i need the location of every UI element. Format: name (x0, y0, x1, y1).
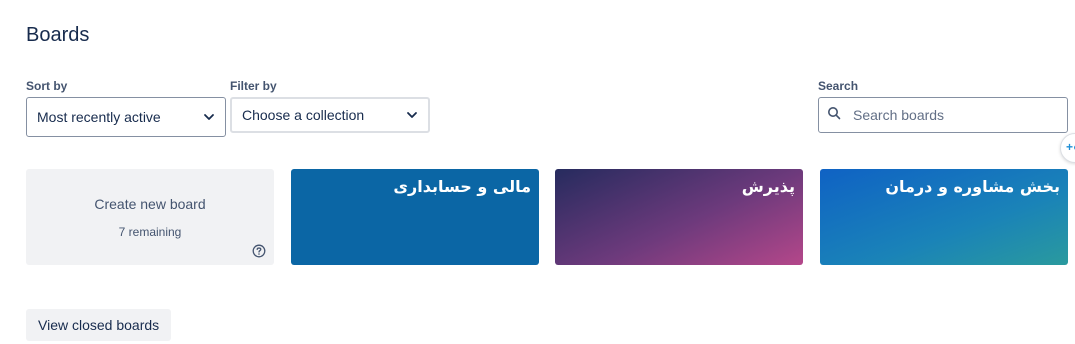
search-icon (827, 106, 841, 125)
search-field (818, 97, 1068, 133)
sort-label: Sort by (26, 79, 68, 93)
filter-value: Choose a collection (242, 107, 365, 123)
board-title: بخش مشاوره و درمان (885, 177, 1060, 196)
board-tile[interactable]: مالی و حسابداری (291, 169, 539, 265)
search-label: Search (818, 79, 859, 93)
floating-add-button[interactable]: +● (1060, 133, 1075, 163)
create-board-label: Create new board (94, 196, 206, 212)
search-input[interactable] (851, 106, 1055, 124)
sort-select[interactable]: Most recently active (26, 97, 226, 137)
create-board-tile[interactable]: Create new board 7 remaining (26, 169, 274, 265)
view-closed-boards-button[interactable]: View closed boards (26, 309, 172, 341)
boards-remaining-count: 7 remaining (118, 225, 182, 239)
board-tile[interactable]: پذیرش (555, 169, 803, 265)
chevron-down-icon (203, 111, 215, 123)
board-tile[interactable]: بخش مشاوره و درمان (820, 169, 1068, 265)
page-title: Boards (26, 24, 90, 46)
filter-select[interactable]: Choose a collection (230, 97, 430, 133)
sort-value: Most recently active (37, 109, 161, 125)
question-circle-icon[interactable] (252, 244, 266, 258)
board-title: پذیرش (741, 177, 795, 196)
plus-icon: +● (1066, 140, 1075, 154)
board-title: مالی و حسابداری (393, 177, 531, 196)
filter-label: Filter by (230, 79, 277, 93)
chevron-down-icon (406, 109, 418, 121)
